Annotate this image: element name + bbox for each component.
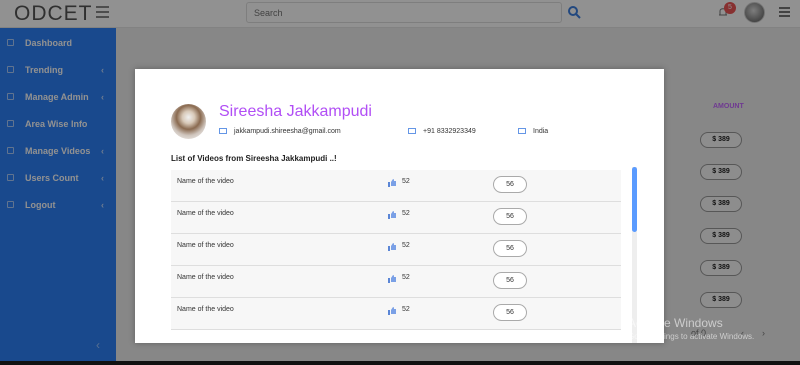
video-name: Name of the video (177, 274, 234, 281)
windows-activation-watermark: Activate Windows (628, 316, 723, 330)
video-name: Name of the video (177, 178, 234, 185)
profile-avatar (171, 104, 206, 139)
video-row[interactable]: Name of the video 52 56 (171, 266, 621, 298)
thumbs-up-icon (388, 275, 396, 283)
country-info: India (518, 128, 548, 135)
phone-text: +91 8332923349 (423, 128, 476, 135)
video-list: Name of the video 52 56 Name of the vide… (171, 170, 621, 343)
video-name: Name of the video (177, 210, 234, 217)
like-count: 52 (402, 178, 410, 185)
email-info: jakkampudi.shireesha@gmail.com (219, 128, 341, 135)
profile-name: Sireesha Jakkampudi (219, 103, 372, 120)
phone-info: +91 8332923349 (408, 128, 476, 135)
video-name: Name of the video (177, 242, 234, 249)
view-count-badge: 56 (493, 176, 527, 193)
windows-activation-subtext: Go to Settings to activate Windows. (628, 332, 755, 341)
phone-icon (408, 128, 416, 134)
like-count: 52 (402, 242, 410, 249)
view-count-badge: 56 (493, 272, 527, 289)
video-name: Name of the video (177, 306, 234, 313)
video-row[interactable]: Name of the video 52 56 (171, 170, 621, 202)
like-count: 52 (402, 210, 410, 217)
thumbs-up-icon (388, 179, 396, 187)
video-row[interactable]: Name of the video 52 56 (171, 234, 621, 266)
thumbs-up-icon (388, 307, 396, 315)
scrollbar-thumb[interactable] (632, 167, 637, 232)
email-icon (219, 128, 227, 134)
taskbar-strip (0, 361, 800, 365)
thumbs-up-icon (388, 211, 396, 219)
video-row[interactable]: Name of the video 52 56 (171, 298, 621, 330)
view-count-badge: 56 (493, 304, 527, 321)
videos-list-title: List of Videos from Sireesha Jakkampudi … (171, 154, 337, 163)
thumbs-up-icon (388, 243, 396, 251)
like-count: 52 (402, 306, 410, 313)
video-row[interactable]: Name of the video 52 56 (171, 202, 621, 234)
email-text: jakkampudi.shireesha@gmail.com (234, 128, 341, 135)
view-count-badge: 56 (493, 240, 527, 257)
like-count: 52 (402, 274, 410, 281)
country-text: India (533, 128, 549, 135)
user-videos-modal: Sireesha Jakkampudi jakkampudi.shireesha… (135, 69, 664, 343)
location-icon (518, 128, 526, 134)
view-count-badge: 56 (493, 208, 527, 225)
